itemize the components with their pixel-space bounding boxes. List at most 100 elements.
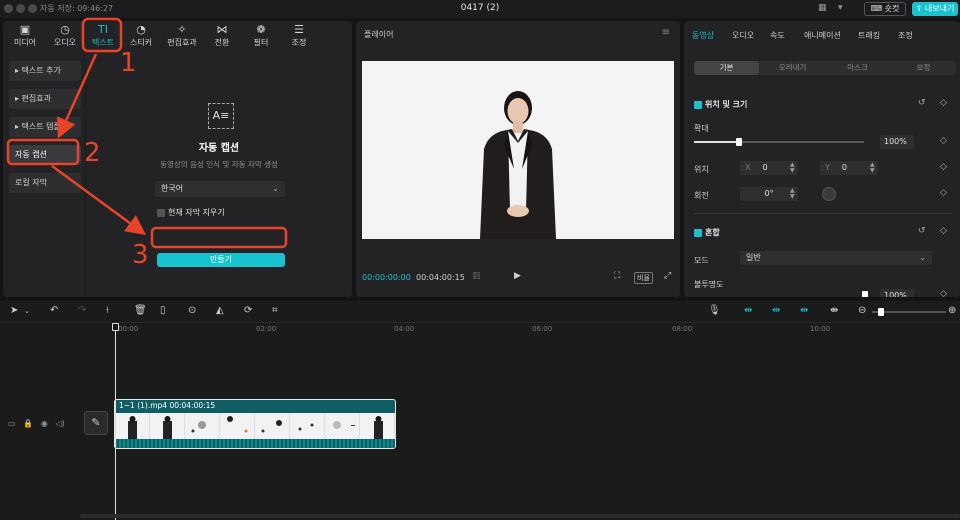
tab-media[interactable]: ▣ 미디어 [5,23,45,48]
pencil-icon: ✎ [91,416,101,429]
scale-slider[interactable] [694,138,864,146]
rotate-icon[interactable]: ⟳ [244,305,252,316]
chevron-down-icon[interactable]: ⌄ [24,307,30,315]
shortcut-button[interactable]: ⌨ 숏컷 [864,2,906,16]
tab-adjust-props[interactable]: 조정 [898,30,913,41]
track-cover-icon[interactable]: ▭ [8,419,16,428]
speaker-icon[interactable]: ◁) [55,419,64,428]
rotation-dial[interactable] [822,187,836,201]
scale-label: 확대 [694,124,709,133]
tab-tracking[interactable]: 트래킹 [858,30,880,41]
subtab-correction[interactable]: 보정 [891,61,956,75]
eye-icon[interactable]: ◉ [41,419,48,428]
waveform-icon[interactable]: ▥ [472,271,481,281]
link-icon[interactable]: ⇹ [772,305,780,316]
delete-icon[interactable]: 🗑 [134,305,147,316]
tab-adjust[interactable]: ☰ 조정 [279,23,319,48]
tab-speed[interactable]: 속도 [770,30,785,41]
stepper-icon[interactable]: ▲ ▼ [870,162,875,174]
timeline-scrollbar[interactable] [80,514,960,518]
crop-icon[interactable]: ⌗ [272,305,278,316]
reset-icon[interactable]: ↺ [918,226,926,236]
playhead-handle[interactable] [112,323,119,331]
stepper-icon[interactable]: ▲ ▼ [790,188,795,200]
edit-cover-button[interactable]: ✎ [84,411,108,435]
microphone-icon[interactable]: 🎙 [708,305,721,316]
export-button[interactable]: ⇪ 내보내기 [912,2,958,16]
clip-label: 1~1 (1).mp4 00:04:00:15 [119,401,216,410]
aspect-ratio-button[interactable]: 비율 [634,272,653,284]
fit-screen-icon[interactable]: ⛶ [614,271,620,281]
undo-icon[interactable]: ↶ [50,305,58,316]
caption-description: 동영상의 음성 인식 및 자동 자막 생성 [160,160,278,169]
tab-video[interactable]: 동영상 [692,30,714,41]
menu-icon[interactable]: ≡ [662,27,670,38]
sidebar-item-effects[interactable]: ▸ 편집효과 [9,89,81,109]
tab-audio[interactable]: ◷ 오디오 [45,23,85,48]
tab-sticker[interactable]: ◔ 스티커 [121,23,161,48]
playhead[interactable] [115,324,116,520]
split-screen-icon[interactable]: ⇼ [830,305,838,316]
reset-icon[interactable]: ↺ [918,98,926,108]
tab-filter[interactable]: ❁ 필터 [241,23,281,48]
fullscreen-icon[interactable]: ⤢ [664,271,671,281]
tab-transition[interactable]: ⋈ 전환 [202,23,242,48]
create-button[interactable]: 만들기 [157,253,285,267]
magnet-snap-icon[interactable]: ⇹ [744,305,752,316]
scale-value-field[interactable]: 100% [880,135,914,149]
reverse-icon[interactable]: ⊙ [188,305,196,316]
opacity-value-field[interactable]: 100% [880,289,914,297]
play-icon[interactable]: ▶ [514,271,521,281]
opacity-slider-handle[interactable] [862,291,868,297]
sidebar-item-add-text[interactable]: ▸ 텍스트 추가 [9,61,81,81]
time-ruler[interactable]: 00:00 02:00 04:00 06:00 08:00 10:00 [0,323,960,337]
blend-mode-select[interactable]: 일반 ⌄ [740,251,932,265]
checkbox-icon [157,208,165,217]
chevron-down-icon: ⌄ [272,184,279,193]
clear-captions-checkbox[interactable]: 현재 자막 지우기 [157,207,225,219]
position-label: 위치 [694,165,709,174]
stepper-icon[interactable]: ▲ ▼ [790,162,795,174]
lock-icon[interactable]: 🔒 [23,419,33,428]
zoom-slider[interactable] [872,308,946,316]
language-select[interactable]: 한국어 ⌄ [155,181,285,197]
step-number-1: 1 [120,48,137,78]
sidebar-item-local-caption[interactable]: 로컬 자막 [9,173,81,193]
position-size-section[interactable]: 위치 및 크기 [694,99,747,110]
keyframe-icon[interactable]: ◇ [940,162,947,172]
tab-animation[interactable]: 애니메이션 [804,30,841,41]
effects-icon: ✧ [177,23,187,36]
redo-icon[interactable]: ↷ [78,305,86,316]
video-clip[interactable]: 1~1 (1).mp4 00:04:00:15 [114,399,396,449]
subtab-basic[interactable]: 기본 [694,61,759,75]
mirror-icon[interactable]: ◭ [216,305,224,316]
keyframe-icon[interactable]: ◇ [940,136,947,146]
tab-effects[interactable]: ✧ 편집효과 [162,23,202,48]
tab-text[interactable]: TI 텍스트 [83,23,123,48]
properties-panel: 동영상 오디오 속도 애니메이션 트래킹 조정 기본 오려내기 마스크 보정 위… [684,21,960,297]
preview-axis-icon[interactable]: ⇹ [800,305,808,316]
zoom-out-icon[interactable]: ⊖ [858,305,866,316]
player-panel: 플레이어 ≡ 00:00:00:00 00:04:00:15 ▥ ▶ ⛶ 비율 … [356,21,680,297]
keyframe-icon[interactable]: ◇ [940,98,947,108]
zoom-slider-handle[interactable] [878,308,884,316]
sidebar-item-text-template[interactable]: ▸ 텍스트 템플릿 [9,117,81,137]
tool-tabs: ▣ 미디어 ◷ 오디오 TI 텍스트 ◔ 스티커 ✧ 편집효과 ⋈ 전환 ❁ 필터 ☰ 조정 [3,21,352,53]
chevron-down-icon[interactable]: ▾ [838,3,843,13]
select-tool-icon[interactable]: ➤ [10,305,18,316]
keyframe-icon[interactable]: ◇ [940,226,947,236]
slider-handle[interactable] [736,138,742,146]
track-controls: ▭ 🔒 ◉ ◁) [8,419,65,428]
blend-section[interactable]: 혼합 [694,227,720,238]
subtab-crop[interactable]: 오려내기 [760,61,825,75]
keyframe-icon[interactable]: ◇ [940,188,947,198]
zoom-in-icon[interactable]: ⊕ [948,305,956,316]
split-icon[interactable]: ⟊ [106,305,109,316]
layout-icon[interactable]: ▦ [818,3,827,13]
sidebar-item-auto-caption[interactable]: 자동 캡션 [9,145,81,165]
tab-audio-props[interactable]: 오디오 [732,30,754,41]
keyframe-icon[interactable]: ◇ [940,289,947,297]
subtab-mask[interactable]: 마스크 [825,61,890,75]
freeze-icon[interactable]: ▯ [160,305,166,316]
step-number-2: 2 [84,138,101,168]
